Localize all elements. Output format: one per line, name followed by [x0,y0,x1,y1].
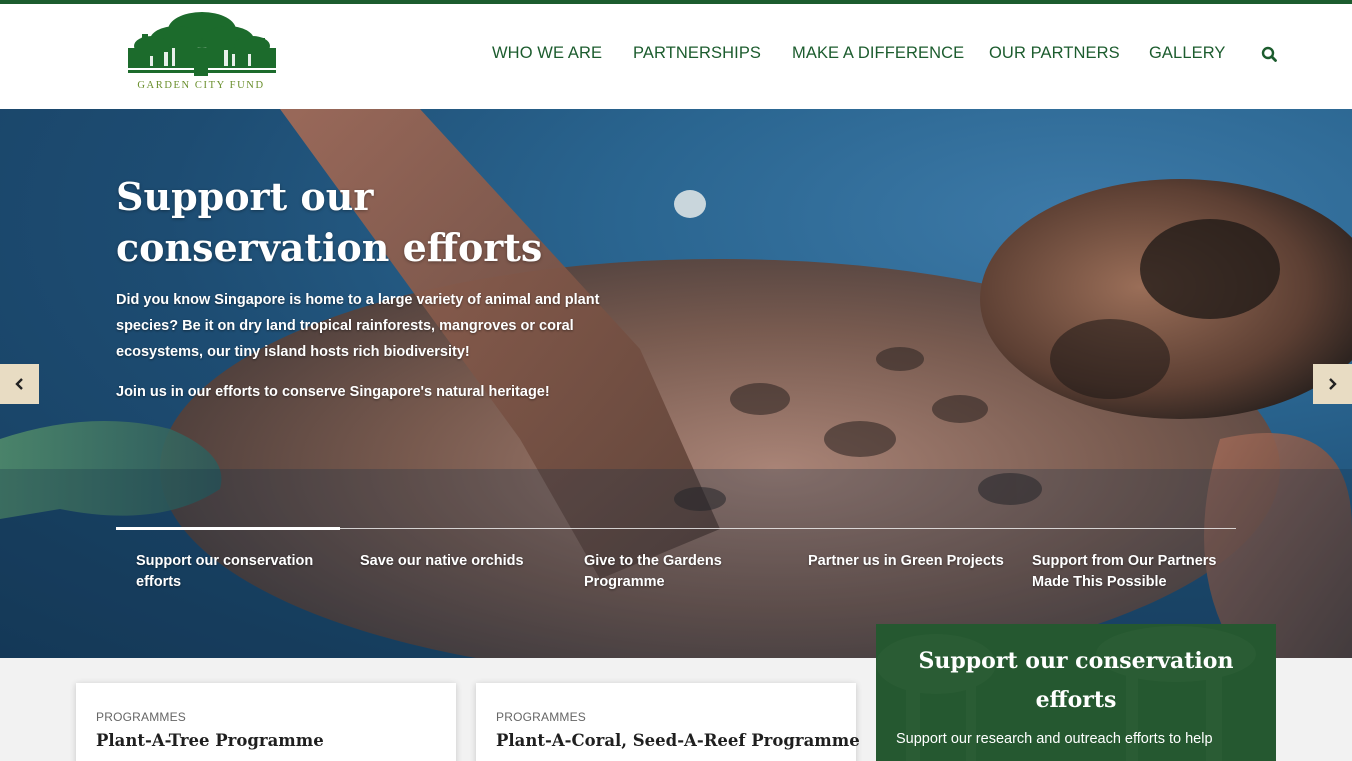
nav-item-who-we-are[interactable]: WHO WE ARE [492,44,602,63]
main-nav: WHO WE ARE PARTNERSHIPS MAKE A DIFFERENC… [0,44,1352,68]
nav-item-our-partners[interactable]: OUR PARTNERS [989,44,1120,63]
search-button[interactable] [1260,45,1280,65]
hero-paragraph-cta: Join us in our efforts to conserve Singa… [116,384,550,400]
promo-text: Support our research and outreach effort… [896,731,1213,747]
logo-text: GARDEN CITY FUND [137,80,265,91]
chevron-left-icon [15,378,23,390]
slider-tab-gardens-programme[interactable]: Give to the Gardens Programme [584,551,784,593]
card-category: PROGRAMMES [496,710,587,724]
card-title: Plant-A-Tree Programme [96,731,324,750]
card-title: Plant-A-Coral, Seed-A-Reef Programme [496,731,860,750]
hero-title: Support our conservation efforts [116,174,543,270]
slider-active-tab-indicator [116,527,340,530]
promo-panel: Support our conservation efforts Support… [876,624,1276,761]
promo-title: Support our conservation efforts [918,648,1234,713]
slider-prev-button[interactable] [0,364,39,404]
chevron-right-icon [1329,378,1337,390]
site-header: GARDEN CITY FUND WHO WE ARE PARTNERSHIPS… [0,4,1352,109]
nav-item-partnerships[interactable]: PARTNERSHIPS [633,44,761,63]
slider-tab-orchids[interactable]: Save our native orchids [360,551,560,572]
nav-item-gallery[interactable]: GALLERY [1149,44,1226,63]
search-icon [1261,46,1277,62]
nav-item-make-a-difference[interactable]: MAKE A DIFFERENCE [792,44,964,63]
hero-paragraph-intro: Did you know Singapore is home to a larg… [116,292,600,360]
programme-card-plant-a-coral[interactable]: PROGRAMMES Plant-A-Coral, Seed-A-Reef Pr… [476,683,860,761]
slider-tab-our-partners[interactable]: Support from Our Partners Made This Poss… [1032,551,1232,593]
hero-slider: Support our conservation efforts Did you… [0,109,1352,658]
card-category: PROGRAMMES [96,710,187,724]
slider-tab-conservation[interactable]: Support our conservation efforts [136,551,336,593]
slider-next-button[interactable] [1313,364,1352,404]
slider-tab-green-projects[interactable]: Partner us in Green Projects [808,551,1008,572]
programme-card-plant-a-tree[interactable]: PROGRAMMES Plant-A-Tree Programme [76,683,456,761]
